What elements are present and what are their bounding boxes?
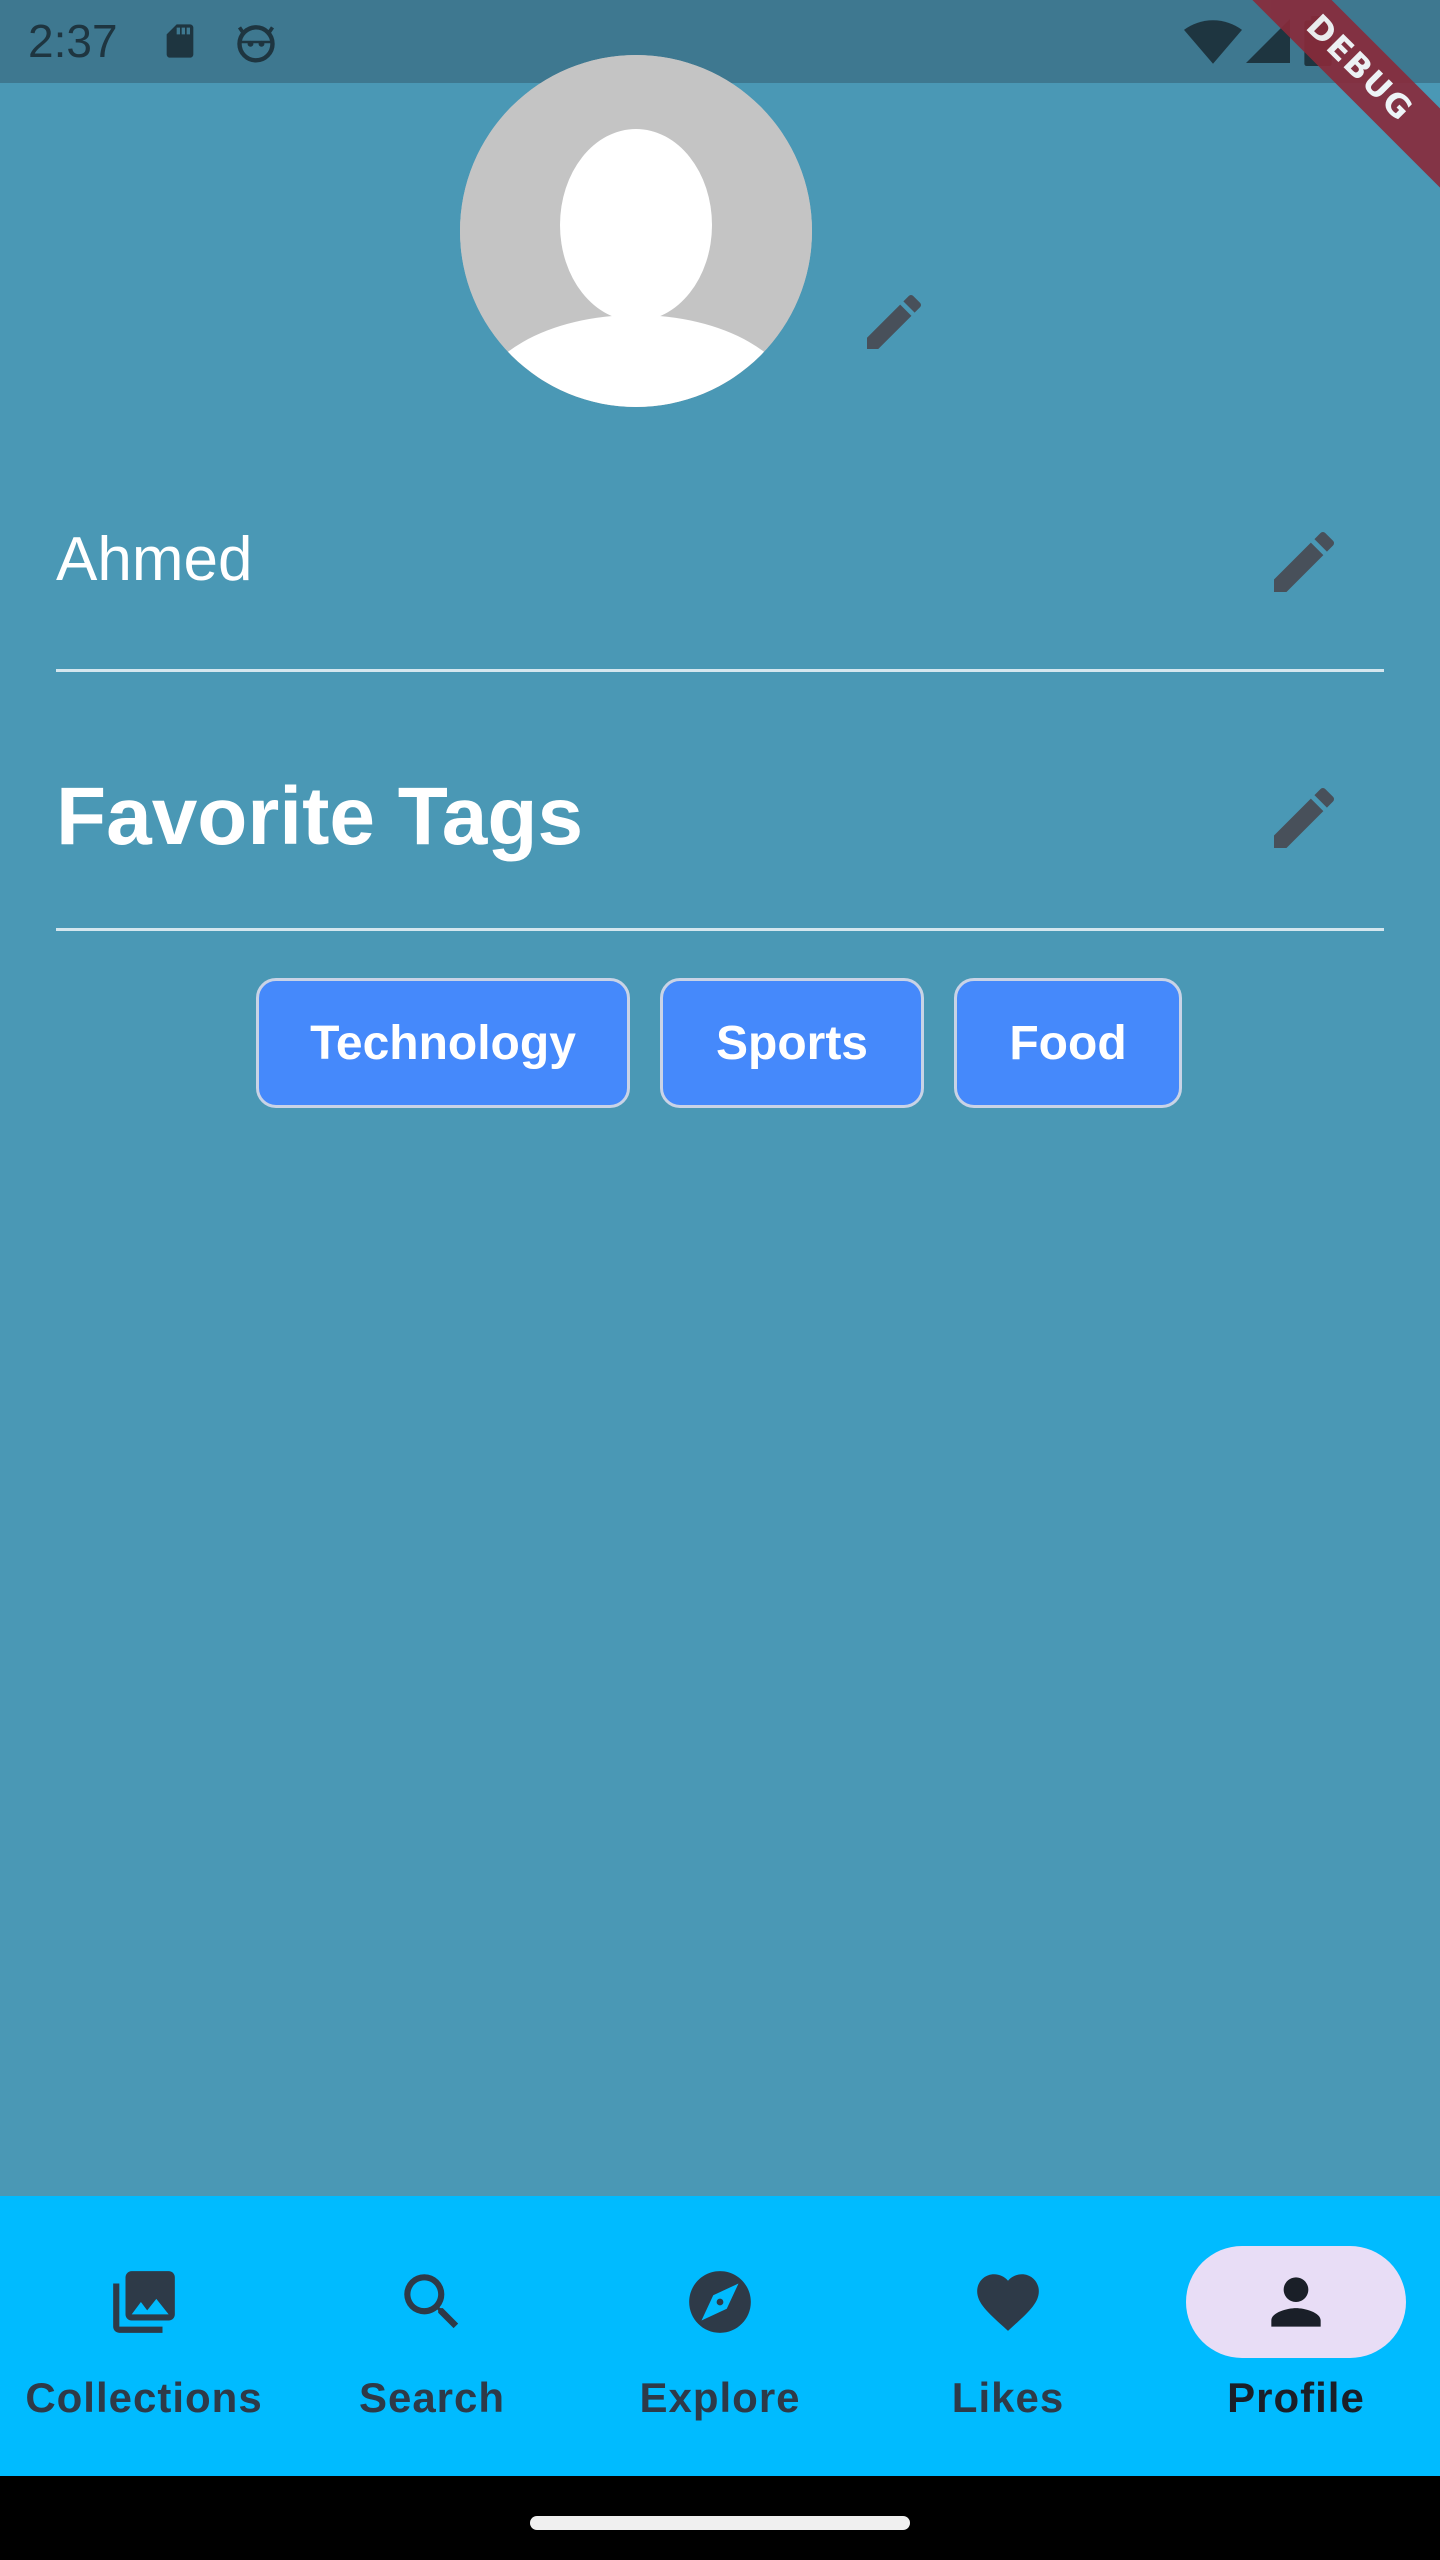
system-gesture-bar	[0, 2476, 1440, 2560]
sd-card-icon	[160, 20, 200, 62]
tags-divider	[56, 928, 1384, 931]
nav-label-profile: Profile	[1227, 2374, 1365, 2421]
nav-item-search[interactable]: Search	[288, 2196, 576, 2476]
photo-library-icon	[113, 2271, 175, 2333]
bottom-navigation: Collections Search Explore Likes Profile	[0, 2196, 1440, 2476]
nav-active-indicator	[1186, 2246, 1406, 2358]
heart-icon	[977, 2274, 1039, 2331]
edit-icon	[1274, 531, 1335, 592]
wifi-icon	[1184, 20, 1242, 64]
gesture-handle[interactable]	[530, 2516, 910, 2530]
avatar-edit-button[interactable]	[858, 286, 930, 358]
nav-item-profile[interactable]: Profile	[1152, 2196, 1440, 2476]
tag-chip-sports[interactable]: Sports	[660, 978, 924, 1108]
nav-icon-container	[610, 2246, 830, 2358]
name-divider	[56, 669, 1384, 672]
status-time: 2:37	[28, 15, 118, 67]
nav-item-explore[interactable]: Explore	[576, 2196, 864, 2476]
tag-chip-food[interactable]: Food	[954, 978, 1182, 1108]
person-icon	[1271, 2277, 1321, 2327]
favorite-tags-heading: Favorite Tags	[56, 771, 584, 862]
avatar[interactable]	[460, 55, 812, 407]
debug-bot-icon	[234, 20, 278, 64]
tags-edit-button[interactable]	[1264, 778, 1344, 858]
nav-item-collections[interactable]: Collections	[0, 2196, 288, 2476]
nav-label-collections: Collections	[25, 2374, 263, 2421]
nav-item-likes[interactable]: Likes	[864, 2196, 1152, 2476]
person-placeholder-icon	[460, 55, 812, 407]
nav-label-likes: Likes	[951, 2374, 1065, 2421]
status-bar: 2:37	[0, 0, 1440, 83]
search-icon	[404, 2274, 459, 2329]
nav-label-explore: Explore	[639, 2374, 801, 2421]
name-edit-button[interactable]	[1264, 522, 1344, 602]
profile-name: Ahmed	[56, 525, 253, 594]
edit-icon	[1274, 787, 1335, 848]
name-row: Ahmed	[56, 500, 1384, 620]
tag-chips: Technology Sports Food	[256, 978, 1182, 1108]
nav-icon-container	[322, 2246, 542, 2358]
nav-label-search: Search	[358, 2374, 506, 2421]
nav-icon-container	[34, 2246, 254, 2358]
nav-icon-container	[898, 2246, 1118, 2358]
edit-icon	[867, 294, 922, 349]
tag-chip-technology[interactable]: Technology	[256, 978, 630, 1108]
compass-icon	[689, 2271, 751, 2333]
